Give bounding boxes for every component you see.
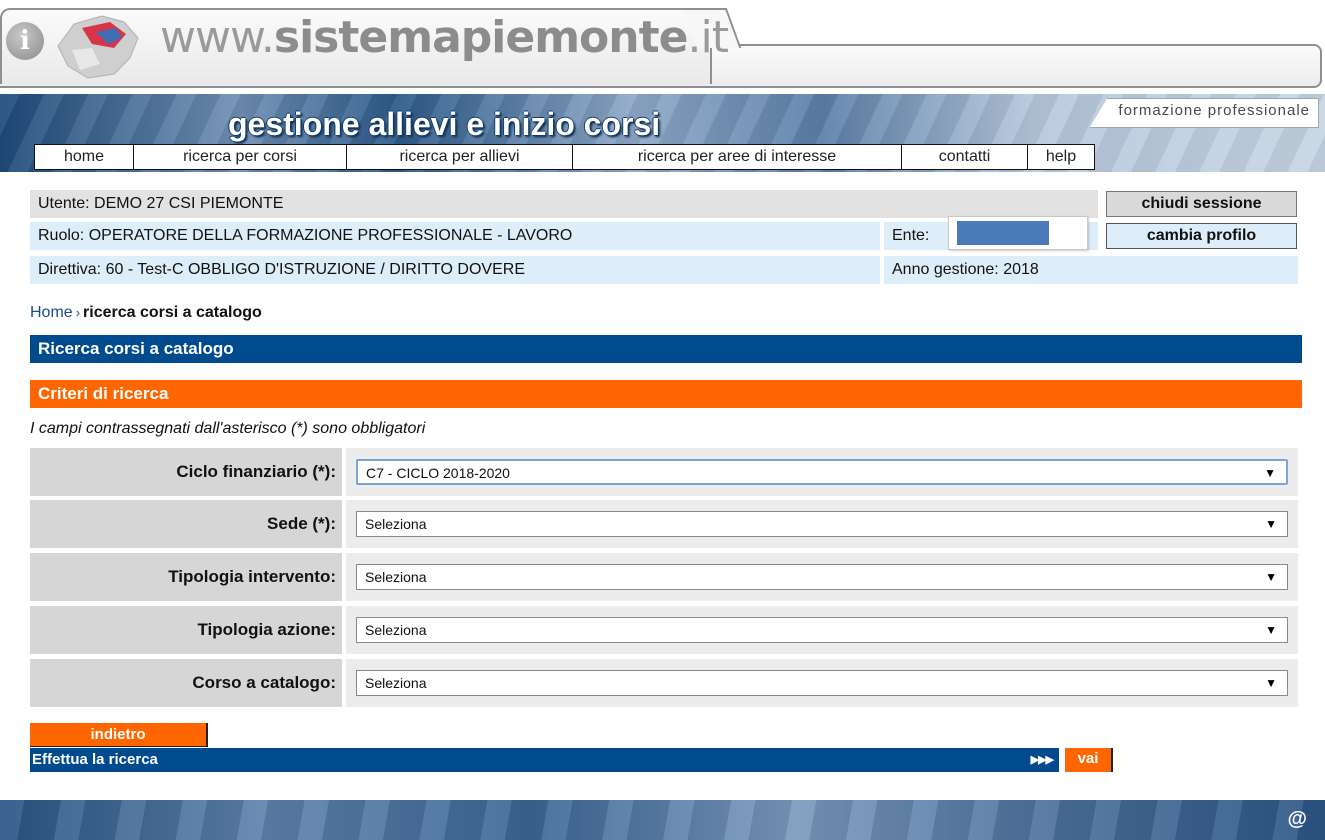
footer-banner: @: [0, 800, 1325, 840]
user-directive: Direttiva: 60 - Test-C OBBLIGO D'ISTRUZI…: [30, 256, 880, 284]
forward-arrows-icon: ▶▶▶: [1030, 754, 1054, 766]
breadcrumb-home-link[interactable]: Home: [30, 304, 73, 321]
form-row-tipologia-intervento: Tipologia intervento: Seleziona ▼: [30, 553, 1298, 601]
banner-tagline: formazione professionale: [1089, 98, 1319, 128]
site-title-suffix: .it: [687, 12, 728, 63]
ente-value-redacted: [948, 216, 1088, 250]
directive-row: Direttiva: 60 - Test-C OBBLIGO D'ISTRUZI…: [30, 256, 1298, 284]
corso-catalogo-value: Seleziona: [365, 675, 427, 691]
form-row-tipologia-azione: Tipologia azione: Seleziona ▼: [30, 606, 1298, 654]
ciclo-label: Ciclo finanziario (*):: [30, 448, 342, 496]
role-row: Ruolo: OPERATORE DELLA FORMAZIONE PROFES…: [30, 222, 1298, 250]
tipologia-intervento-value: Seleziona: [365, 569, 427, 585]
back-button[interactable]: indietro: [30, 723, 208, 747]
corso-catalogo-select[interactable]: Seleziona ▼: [356, 670, 1288, 696]
breadcrumb-separator: ›: [75, 305, 81, 320]
piemonte-map-logo[interactable]: [52, 14, 142, 80]
corso-catalogo-label: Corso a catalogo:: [30, 659, 342, 707]
app-title: gestione allievi e inizio corsi: [228, 106, 661, 142]
site-header: i www.sistemapiemonte.it: [0, 0, 1325, 92]
chevron-down-icon: ▼: [1265, 570, 1277, 584]
nav-contatti[interactable]: contatti: [902, 144, 1028, 170]
anno-gestione: Anno gestione: 2018: [884, 256, 1298, 284]
sede-select-value: Seleziona: [365, 516, 427, 532]
ciclo-field-cell: C7 - CICLO 2018-2020 ▼: [346, 448, 1298, 496]
chevron-down-icon: ▼: [1265, 676, 1277, 690]
ciclo-select[interactable]: C7 - CICLO 2018-2020 ▼: [356, 459, 1288, 485]
form-row-sede: Sede (*): Seleziona ▼: [30, 500, 1298, 548]
email-icon[interactable]: @: [1287, 808, 1307, 831]
tipologia-azione-select[interactable]: Seleziona ▼: [356, 617, 1288, 643]
info-icon[interactable]: i: [6, 22, 44, 60]
main-nav: home ricerca per corsi ricerca per allie…: [34, 144, 1095, 170]
user-role: Ruolo: OPERATORE DELLA FORMAZIONE PROFES…: [30, 222, 880, 250]
required-fields-note: I campi contrassegnati dall'asterisco (*…: [30, 420, 426, 437]
nav-ricerca-allievi[interactable]: ricerca per allievi: [347, 144, 573, 170]
tipologia-intervento-label: Tipologia intervento:: [30, 553, 342, 601]
nav-ricerca-aree[interactable]: ricerca per aree di interesse: [573, 144, 902, 170]
go-button[interactable]: vai: [1065, 748, 1113, 772]
footer-photo: [0, 800, 1325, 840]
sede-label: Sede (*):: [30, 500, 342, 548]
tipologia-intervento-field-cell: Seleziona ▼: [346, 553, 1298, 601]
sede-select[interactable]: Seleziona ▼: [356, 511, 1288, 537]
breadcrumb: Home › ricerca corsi a catalogo: [30, 304, 262, 322]
nav-ricerca-corsi[interactable]: ricerca per corsi: [134, 144, 347, 170]
ciclo-select-value: C7 - CICLO 2018-2020: [366, 465, 510, 481]
tipologia-azione-label: Tipologia azione:: [30, 606, 342, 654]
change-profile-button[interactable]: cambia profilo: [1106, 223, 1297, 249]
form-row-ciclo: Ciclo finanziario (*): C7 - CICLO 2018-2…: [30, 448, 1298, 496]
user-row: Utente: DEMO 27 CSI PIEMONTE chiudi sess…: [30, 190, 1298, 218]
breadcrumb-current: ricerca corsi a catalogo: [83, 304, 262, 321]
tipologia-azione-value: Seleziona: [365, 622, 427, 638]
tipologia-intervento-select[interactable]: Seleziona ▼: [356, 564, 1288, 590]
close-session-button[interactable]: chiudi sessione: [1106, 191, 1297, 217]
nav-home[interactable]: home: [34, 144, 134, 170]
form-row-corso-catalogo: Corso a catalogo: Seleziona ▼: [30, 659, 1298, 707]
page-title: Ricerca corsi a catalogo: [30, 335, 1302, 363]
nav-help[interactable]: help: [1028, 144, 1095, 170]
ente-redaction: [957, 221, 1049, 245]
site-title-bold: sistemapiemonte: [273, 12, 689, 63]
user-name: Utente: DEMO 27 CSI PIEMONTE: [30, 190, 1098, 218]
chevron-down-icon: ▼: [1264, 466, 1276, 480]
chevron-down-icon: ▼: [1265, 517, 1277, 531]
section-title: Criteri di ricerca: [30, 380, 1302, 408]
site-title-prefix: www.: [160, 12, 275, 63]
app-banner: gestione allievi e inizio corsi formazio…: [0, 94, 1325, 172]
sede-field-cell: Seleziona ▼: [346, 500, 1298, 548]
submit-search-bar: Effettua la ricerca ▶▶▶: [30, 748, 1059, 772]
chevron-down-icon: ▼: [1265, 623, 1277, 637]
corso-catalogo-field-cell: Seleziona ▼: [346, 659, 1298, 707]
submit-search-label: Effettua la ricerca: [32, 751, 158, 768]
tipologia-azione-field-cell: Seleziona ▼: [346, 606, 1298, 654]
site-title[interactable]: www.sistemapiemonte.it: [160, 12, 729, 63]
